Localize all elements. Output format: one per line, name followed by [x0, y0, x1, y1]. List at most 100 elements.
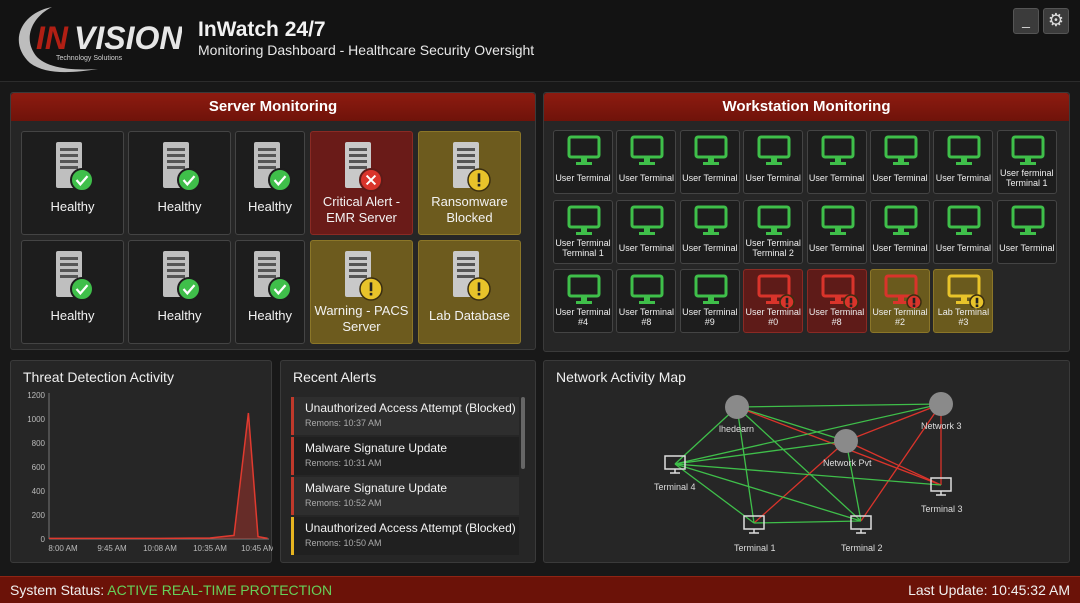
server-icon	[345, 251, 383, 301]
monitor-icon	[947, 135, 981, 165]
workstation-tile[interactable]: User Terminal	[806, 199, 867, 264]
workstation-tile[interactable]: User Terminal	[870, 130, 930, 194]
node-label: Terminal 2	[841, 543, 883, 553]
workstation-tile[interactable]: User ferminal Terminal 1	[996, 130, 1057, 194]
server-tile[interactable]: Lab Database	[418, 240, 521, 344]
server-tile[interactable]: Critical Alert - EMR Server	[310, 131, 413, 235]
server-tile[interactable]: Healthy	[128, 240, 231, 344]
y-tick-label: 0	[41, 535, 46, 544]
y-tick-label: 1200	[27, 391, 45, 400]
monitor-icon	[947, 274, 986, 308]
server-tile[interactable]: Healthy	[128, 131, 231, 235]
node-label: Network Pvt	[823, 458, 872, 468]
y-tick-label: 800	[32, 439, 46, 448]
workstation-label: User Terminal	[682, 242, 738, 253]
workstation-tile[interactable]: User Terminal #0	[743, 269, 804, 333]
monitor-icon	[821, 205, 855, 235]
server-tile[interactable]: Healthy	[235, 131, 305, 235]
last-update: Last Update: 10:45:32 AM	[908, 582, 1070, 598]
workstation-tile[interactable]: User Terminal	[553, 130, 613, 194]
server-icon	[56, 142, 94, 192]
workstation-tile[interactable]: User Terminal	[616, 130, 677, 194]
workstation-label: User Terminal #0	[745, 307, 801, 327]
alert-item[interactable]: Malware Signature Update Remons: 10:52 A…	[291, 477, 519, 515]
workstation-tile[interactable]: User Terminal	[679, 199, 740, 264]
network-hub-node[interactable]	[929, 392, 953, 416]
network-hub-node[interactable]	[725, 395, 749, 419]
node-label: lhedearn	[719, 424, 754, 434]
workstation-label: User Terminal #9	[682, 307, 738, 327]
monitor-icon	[821, 274, 859, 308]
workstation-label: User Terminal	[808, 173, 865, 183]
alert-item[interactable]: Malware Signature Update Remons: 10:31 A…	[291, 437, 519, 475]
alert-item[interactable]: Unauthorized Access Attempt (Blocked) Re…	[291, 397, 519, 435]
system-status: System Status: ACTIVE REAL-TIME PROTECTI…	[10, 577, 332, 603]
monitor-icon	[884, 205, 918, 235]
workstation-tile[interactable]: Lab Terminal #3	[933, 269, 994, 333]
workstation-label: User Terminal	[555, 173, 611, 183]
workstation-tile[interactable]: User Terminal	[616, 199, 677, 264]
workstation-label: User Terminal #4	[555, 307, 611, 327]
workstation-tile[interactable]: User Terminal	[679, 130, 740, 194]
workstation-tile[interactable]: User Terminal #8	[616, 269, 677, 333]
server-tile[interactable]: Healthy	[21, 240, 124, 344]
network-hub-node[interactable]	[834, 429, 858, 453]
server-status-label: Healthy	[157, 308, 202, 323]
workstation-tile[interactable]: User Terminal Terminal 1	[553, 199, 613, 264]
alert-time: Remons: 10:37 AM	[305, 418, 382, 428]
minimize-icon: _	[1022, 12, 1030, 28]
server-tile[interactable]: Healthy	[235, 240, 305, 344]
workstation-tile[interactable]: User Terminal Terminal 2	[743, 199, 804, 264]
x-tick-label: 10:08 AM	[143, 544, 177, 553]
alerts-title: Recent Alerts	[293, 369, 377, 385]
alert-title: Unauthorized Access Attempt (Blocked)	[305, 401, 516, 415]
workstation-tile[interactable]: User Terminal	[806, 130, 867, 194]
workstation-tile[interactable]: User Terminal	[870, 199, 930, 264]
workstation-tile[interactable]: User Terminal #9	[679, 269, 740, 333]
monitor-icon	[947, 205, 981, 235]
workstation-tile[interactable]: User Terminal	[933, 130, 994, 194]
server-tile[interactable]: Ransomware Blocked	[418, 131, 521, 235]
server-status-label: Warning - PACS Server	[314, 303, 409, 334]
workstation-label: User Terminal	[682, 173, 738, 183]
workstation-tile[interactable]: User Terminal #8	[806, 269, 867, 333]
workstation-tile[interactable]: User Terminal	[933, 199, 994, 264]
y-tick-label: 600	[32, 463, 46, 472]
workstation-tile[interactable]: User Terminal #2	[870, 269, 930, 333]
alert-time: Remons: 10:31 AM	[305, 458, 382, 468]
server-tile[interactable]: Warning - PACS Server	[310, 240, 413, 344]
server-icon	[254, 142, 292, 192]
network-map: lhedearn Network Pvt Network 3 Terminal …	[654, 392, 963, 553]
y-tick-label: 400	[32, 487, 46, 496]
workstation-tile[interactable]: User Terminal #4	[553, 269, 613, 333]
monitor-icon	[630, 135, 664, 165]
monitor-icon	[694, 135, 728, 165]
invision-logo: IN VISION Technology Solutions	[18, 7, 182, 73]
server-tile[interactable]: Healthy	[21, 131, 124, 235]
alerts-scrollbar[interactable]	[521, 397, 525, 469]
node-label: Network 3	[921, 421, 962, 431]
alert-title: Unauthorized Access Attempt (Blocked)	[305, 521, 516, 535]
server-status-label: Critical Alert - EMR Server	[322, 194, 401, 225]
workstation-tile[interactable]: User Terminal	[996, 199, 1057, 264]
threat-series-line	[49, 412, 268, 540]
x-tick-label: 10:35 AM	[193, 544, 227, 553]
monitor-icon	[757, 135, 791, 165]
app-title: InWatch 24/7	[198, 18, 326, 41]
server-icon	[345, 142, 383, 192]
settings-button[interactable]: ⚙	[1043, 8, 1069, 34]
workstation-tile[interactable]: User Terminal	[743, 130, 804, 194]
monitor-icon	[630, 274, 664, 304]
workstation-label: User Terminal #2	[872, 307, 928, 327]
alert-item[interactable]: Unauthorized Access Attempt (Blocked) Re…	[291, 517, 519, 555]
monitor-icon	[1011, 205, 1045, 235]
monitor-icon	[1011, 135, 1045, 165]
minimize-button[interactable]: _	[1013, 8, 1039, 34]
recent-alerts-card: Recent Alerts Unauthorized Access Attemp…	[280, 360, 536, 563]
x-tick-label: 10:45 AM	[241, 544, 273, 553]
monitor-icon	[567, 205, 601, 235]
app-subtitle: Monitoring Dashboard - Healthcare Securi…	[198, 42, 535, 58]
monitor-icon	[821, 135, 855, 165]
logo-subtext: Technology Solutions	[56, 55, 123, 62]
workstation-label: User Terminal	[618, 173, 675, 183]
